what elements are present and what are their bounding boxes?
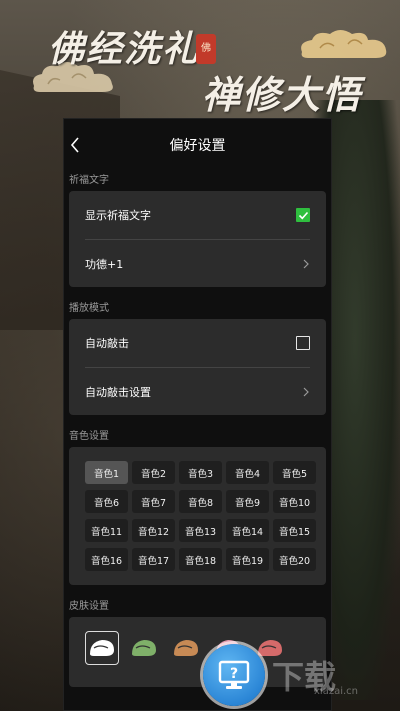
tone-option[interactable]: 音色13 [179, 519, 222, 542]
tone-grid: 音色1 音色2 音色3 音色4 音色5 音色6 音色7 音色8 音色9 音色10 音色11 音色12 音… [69, 447, 326, 585]
tone-option[interactable]: 音色4 [226, 461, 269, 484]
chevron-right-icon [303, 387, 309, 396]
nav-bar: 偏好设置 [64, 119, 331, 171]
page-title: 偏好设置 [169, 138, 226, 154]
white-muyu-icon[interactable] [85, 631, 119, 665]
wood-muyu-icon[interactable] [169, 631, 203, 665]
tone-option[interactable]: 音色2 [132, 461, 175, 484]
tone-option[interactable]: 音色16 [85, 548, 128, 571]
tone-option[interactable]: 音色20 [273, 548, 316, 571]
settings-screen: 偏好设置 祈福文字 显示祈福文字 功德+1 播放模式 自动敲击 自动敲击设置 音… [63, 118, 332, 711]
help-badge[interactable]: ? [203, 644, 265, 706]
section-label-prayer: 祈福文字 [69, 175, 109, 186]
merit-label: 功德+1 [85, 257, 124, 271]
tone-option[interactable]: 音色11 [85, 519, 128, 542]
tone-option[interactable]: 音色12 [132, 519, 175, 542]
tone-option[interactable]: 音色19 [226, 548, 269, 571]
tone-option[interactable]: 音色8 [179, 490, 222, 513]
tone-option[interactable]: 音色14 [226, 519, 269, 542]
auto-knock-settings-row[interactable]: 自动敲击设置 [85, 367, 310, 415]
tone-option[interactable]: 音色9 [226, 490, 269, 513]
cloud-ornament-right [301, 30, 387, 58]
auto-knock-label: 自动敲击 [85, 337, 129, 350]
tone-option[interactable]: 音色10 [273, 490, 316, 513]
tone-option[interactable]: 音色5 [273, 461, 316, 484]
chevron-right-icon [303, 259, 309, 268]
show-prayer-checkbox[interactable] [296, 208, 310, 222]
chevron-left-icon[interactable] [68, 133, 84, 157]
show-prayer-row[interactable]: 显示祈福文字 [85, 191, 310, 239]
tone-option[interactable]: 音色3 [179, 461, 222, 484]
banner-title-line1: 佛经洗礼 [48, 28, 201, 70]
tone-option[interactable]: 音色6 [85, 490, 128, 513]
svg-text:?: ? [230, 666, 238, 682]
auto-knock-settings-label: 自动敲击设置 [85, 385, 151, 399]
auto-knock-checkbox[interactable] [296, 336, 310, 350]
tone-option[interactable]: 音色15 [273, 519, 316, 542]
auto-knock-row[interactable]: 自动敲击 [85, 319, 310, 367]
play-mode-card: 自动敲击 自动敲击设置 [69, 319, 326, 415]
tone-option[interactable]: 音色1 [85, 461, 128, 484]
tone-option[interactable]: 音色7 [132, 490, 175, 513]
green-muyu-icon[interactable] [127, 631, 161, 665]
section-label-tone: 音色设置 [69, 431, 109, 442]
section-label-play-mode: 播放模式 [69, 303, 109, 314]
banner-seal: 佛 [196, 34, 216, 64]
tone-option[interactable]: 音色18 [179, 548, 222, 571]
prayer-text-card: 显示祈福文字 功德+1 [69, 191, 326, 287]
tone-option[interactable]: 音色17 [132, 548, 175, 571]
section-label-skin: 皮肤设置 [69, 601, 109, 612]
help-monitor-icon: ? [218, 660, 250, 689]
merit-row[interactable]: 功德+1 [85, 239, 310, 287]
watermark-url: xiazai.cn [314, 686, 358, 697]
banner-title-line2: 禅修大悟 [202, 72, 363, 117]
show-prayer-label: 显示祈福文字 [85, 209, 151, 222]
